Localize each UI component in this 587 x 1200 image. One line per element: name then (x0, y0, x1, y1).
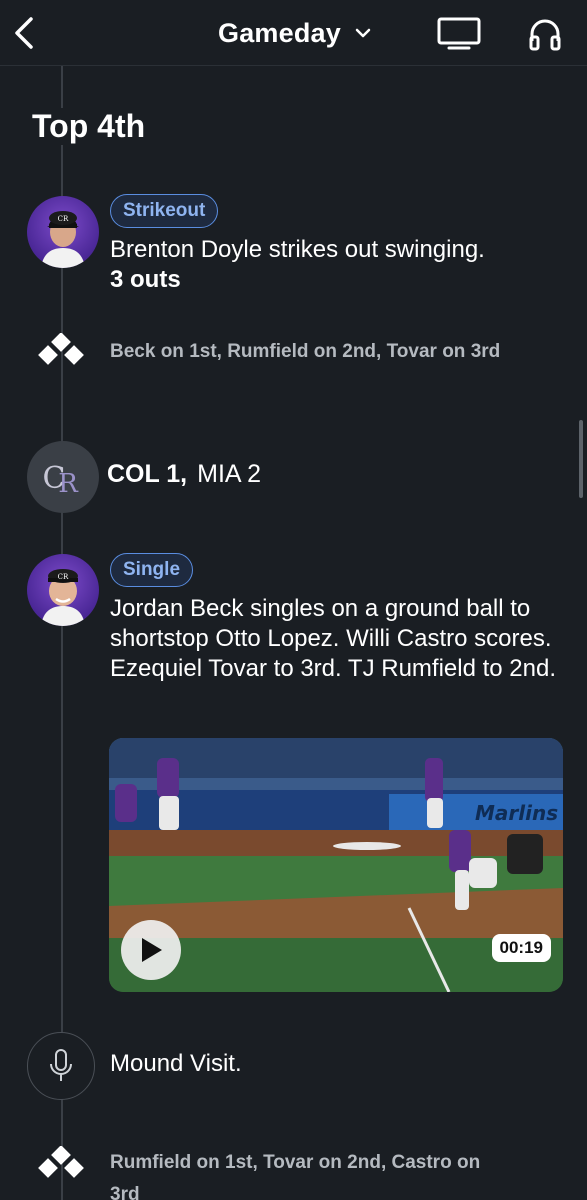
mound-visit-icon-circle (27, 1032, 95, 1100)
headphones-icon (529, 19, 561, 51)
page-title: Gameday (218, 17, 341, 48)
inning-label: Top 4th (32, 108, 156, 145)
svg-text:CR: CR (58, 573, 69, 581)
score-team1: COL 1, (107, 460, 188, 488)
score-line: COL 1, MIA 2 (107, 460, 261, 489)
runners-text: Rumfield on 1st, Tovar on 2nd, Castro on… (110, 1152, 481, 1200)
stadium-sign-text: Marlins (475, 801, 558, 825)
scrollbar[interactable] (579, 420, 583, 498)
base-runners-icon (38, 1146, 84, 1178)
player-avatar[interactable]: CR (27, 196, 99, 268)
outs-text: 3 outs (110, 266, 181, 293)
tv-button[interactable] (434, 14, 484, 54)
player-avatar[interactable]: CR (27, 554, 99, 626)
player-headshot-icon: CR (41, 569, 85, 626)
play-icon (142, 938, 162, 962)
chevron-down-icon (355, 28, 371, 38)
top-bar: Gameday (0, 0, 587, 66)
video-duration: 00:19 (491, 934, 551, 962)
base-runners-icon (38, 333, 84, 365)
event-description: Brenton Doyle strikes out swinging. 3 ou… (110, 235, 570, 295)
score-team2: MIA 2 (197, 460, 262, 488)
microphone-icon (50, 1049, 72, 1081)
play-text: Brenton Doyle strikes out swinging. (110, 236, 485, 263)
play-button[interactable] (121, 920, 181, 980)
gameday-menu[interactable]: Gameday (218, 16, 371, 50)
mound-visit-text: Mound Visit. (110, 1050, 242, 1077)
back-button[interactable] (6, 12, 42, 54)
video-thumbnail[interactable]: Marlins 00:19 (109, 738, 563, 992)
rockies-logo-icon: C R (43, 461, 80, 499)
strikeout-badge: Strikeout (110, 194, 219, 228)
audio-button[interactable] (522, 14, 568, 54)
event-description: Jordan Beck singles on a ground ball to … (110, 595, 557, 682)
svg-text:CR: CR (58, 215, 69, 223)
team-logo: C R (27, 441, 99, 513)
svg-text:R: R (58, 469, 79, 499)
chevron-left-icon (15, 17, 33, 49)
single-badge: Single (110, 553, 194, 587)
tv-icon (437, 17, 481, 50)
player-headshot-icon: CR (41, 211, 85, 268)
runners-text: Beck on 1st, Rumfield on 2nd, Tovar on 3… (110, 341, 501, 362)
